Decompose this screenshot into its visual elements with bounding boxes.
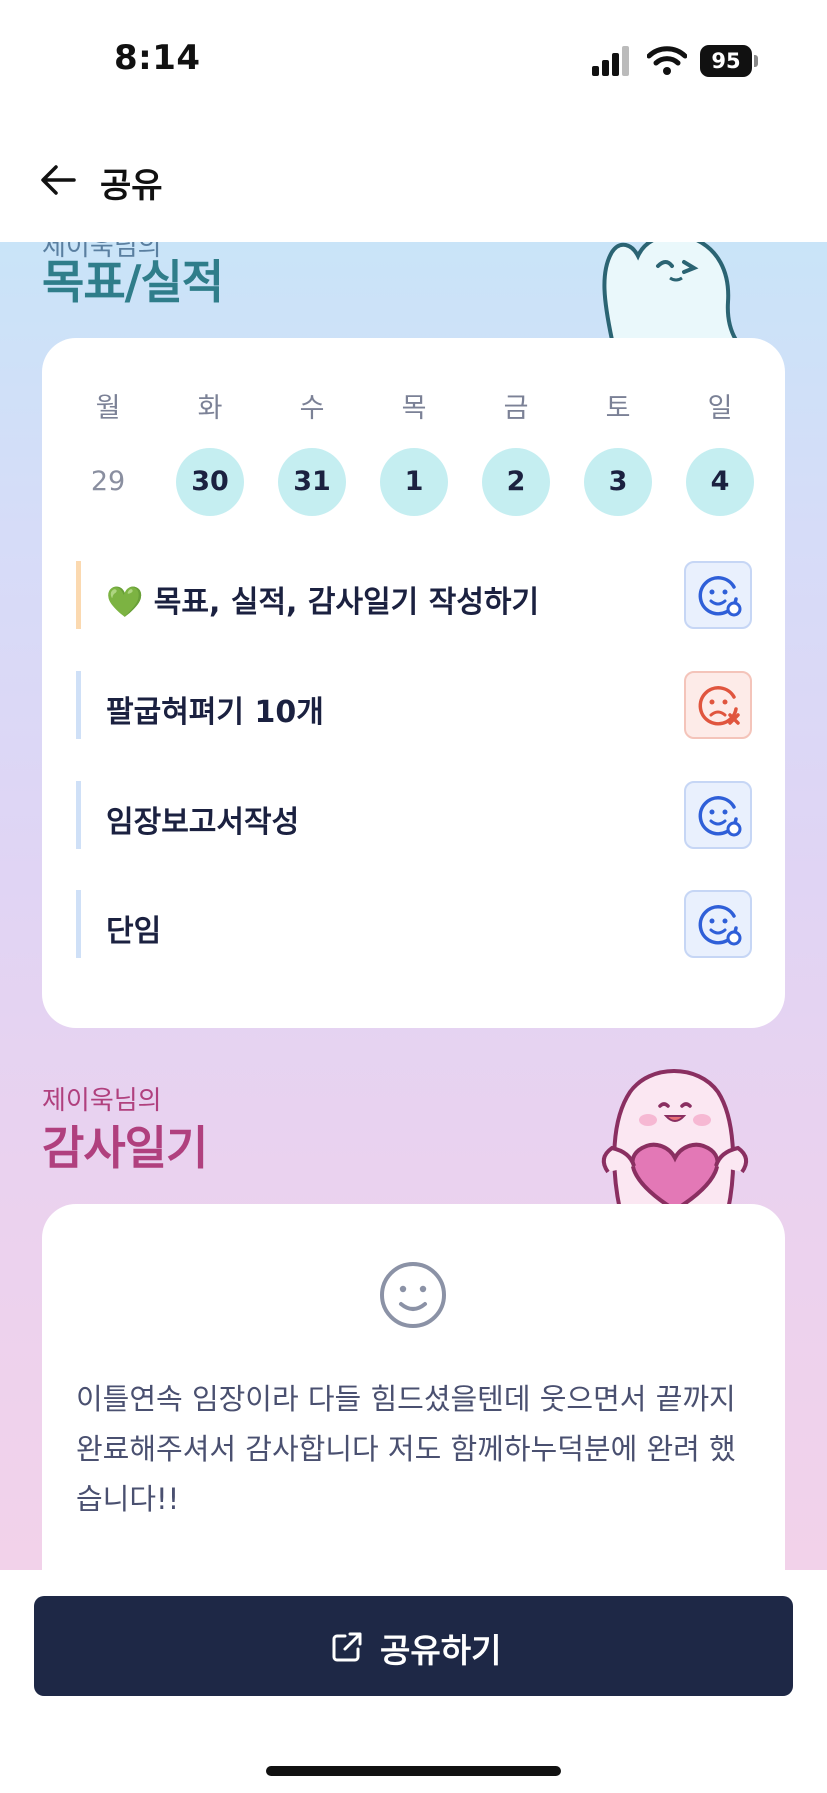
date-chip: 29 [90,466,126,497]
page-title: 공유 [100,166,163,206]
external-share-icon [332,1632,362,1662]
diary-card: 이틀연속 임장이라 다들 힘드셨을텐데 웃으면서 끝까지 완료해주셔서 감사합니… [42,1204,785,1570]
share-button-label: 공유하기 [380,1631,502,1670]
goals-title: 목표/실적 [42,255,224,309]
weekday-label: 목 [401,393,427,424]
home-indicator [266,1766,561,1776]
goal-item: 단임 [76,890,756,958]
goal-bar [76,781,81,849]
goal-text: 단임 [106,914,162,949]
goal-bar [76,890,81,958]
smile-check-icon [698,576,742,617]
share-button[interactable]: 공유하기 [34,1596,793,1696]
date-chip-completed: 1 [380,448,448,516]
goal-item: 💚 목표, 실적, 감사일기 작성하기 [76,561,756,629]
smile-face-icon [380,1262,446,1328]
smile-check-icon [698,905,742,946]
weekday-labels: 월 화 수 목 금 토 일 [74,386,754,425]
bottom-bar: 공유하기 [0,1570,827,1793]
goal-bar [76,561,81,629]
battery-nub [754,55,758,67]
goal-status-done [684,890,752,958]
weekday-label: 일 [707,393,733,424]
date-chip-completed: 31 [278,448,346,516]
status-bar: 8:14 95 [0,0,827,120]
back-arrow-icon[interactable] [36,158,80,202]
smile-check-icon [698,796,742,837]
goal-item: 임장보고서작성 [76,781,756,849]
weekday-label: 화 [197,393,223,424]
diary-text: 이틀연속 임장이라 다들 힘드셨을텐데 웃으면서 끝까지 완료해주셔서 감사합니… [76,1382,736,1516]
goal-text: 임장보고서작성 [106,805,300,840]
cellular-signal-icon [592,46,629,76]
weekday-label: 월 [95,393,121,424]
diary-title: 감사일기 [42,1121,208,1175]
weekday-label: 금 [503,393,529,424]
goal-item: 팔굽혀펴기 10개 [76,671,756,739]
goal-text: 팔굽혀펴기 10개 [106,695,324,730]
ghost-mascot-illustration [602,242,739,340]
goal-status-failed [684,671,752,739]
goal-bar [76,671,81,739]
date-chip-completed: 3 [584,448,652,516]
battery-level: 95 [700,45,752,77]
app-header: 공유 [0,120,827,242]
battery-indicator: 95 [700,45,758,77]
week-dates: 29 30 31 1 2 3 4 [74,448,754,516]
weekday-label: 수 [299,393,325,424]
goal-text: 💚 목표, 실적, 감사일기 작성하기 [106,585,540,620]
date-chip-completed: 4 [686,448,754,516]
heart-mascot-illustration [601,1069,749,1210]
date-chip-completed: 2 [482,448,550,516]
sad-x-icon [698,686,740,726]
share-preview-content[interactable]: 제이욱님의 목표/실적 월 화 수 목 금 토 일 29 30 31 1 2 3… [0,242,827,1570]
wifi-icon [647,46,687,75]
date-chip-completed: 30 [176,448,244,516]
goals-card: 월 화 수 목 금 토 일 29 30 31 1 2 3 4 💚 목표, 실적,… [42,338,785,1028]
status-time: 8:14 [114,38,201,78]
weekday-label: 토 [605,393,631,424]
goal-status-done [684,561,752,629]
goal-status-done [684,781,752,849]
